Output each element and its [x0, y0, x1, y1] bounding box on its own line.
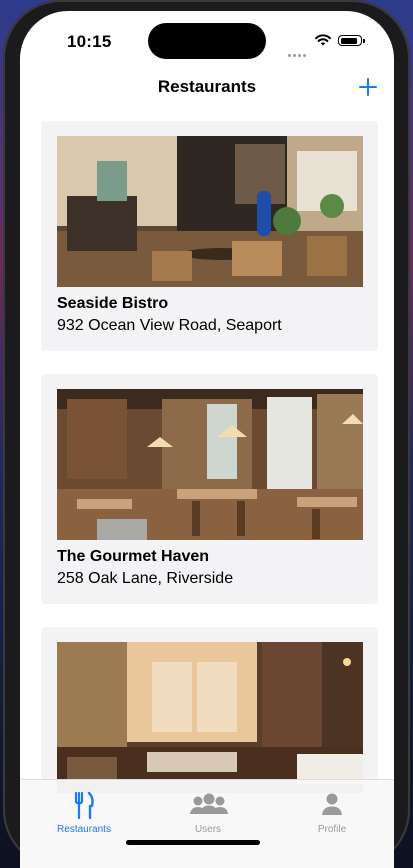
restaurant-address: 932 Ocean View Road, Seaport [57, 317, 282, 334]
restaurant-name: The Gourmet Haven [57, 548, 210, 565]
person-icon [322, 793, 342, 815]
status-bar: 10:15 [20, 11, 394, 65]
home-indicator[interactable] [126, 840, 260, 845]
tab-users[interactable]: Users [158, 786, 258, 836]
restaurant-photo [57, 389, 363, 540]
page-title: Restaurants [157, 77, 257, 96]
app-screen: 10:15 Restaurants Seaside Bistro 932 Oce… [20, 11, 394, 868]
add-restaurant-button[interactable] [354, 73, 382, 101]
tab-label: Profile [317, 824, 347, 835]
wifi-icon [315, 34, 331, 46]
tab-label: Users [194, 824, 222, 835]
restaurant-card[interactable]: Seaside Bistro 932 Ocean View Road, Seap… [41, 121, 378, 351]
tab-label: Restaurants [57, 824, 111, 835]
restaurant-name: Seaside Bistro [57, 295, 169, 312]
tab-bar: Restaurants Users Profile [20, 779, 394, 868]
cellular-signal-icon [288, 44, 312, 57]
navigation-bar: Restaurants [20, 71, 394, 105]
battery-icon [338, 35, 365, 46]
phone-frame: 10:15 Restaurants Seaside Bistro 932 Oce… [3, 0, 410, 868]
tab-profile[interactable]: Profile [282, 786, 382, 836]
restaurant-photo [57, 642, 363, 793]
dynamic-island [148, 23, 266, 59]
restaurant-photo [57, 136, 363, 287]
restaurant-address: 258 Oak Lane, Riverside [57, 570, 234, 587]
tab-restaurants[interactable]: Restaurants [34, 786, 134, 836]
people-icon [190, 793, 228, 814]
status-time: 10:15 [67, 32, 112, 51]
fork-knife-icon [74, 791, 94, 820]
restaurant-card[interactable]: The Gourmet Haven 258 Oak Lane, Riversid… [41, 374, 378, 604]
